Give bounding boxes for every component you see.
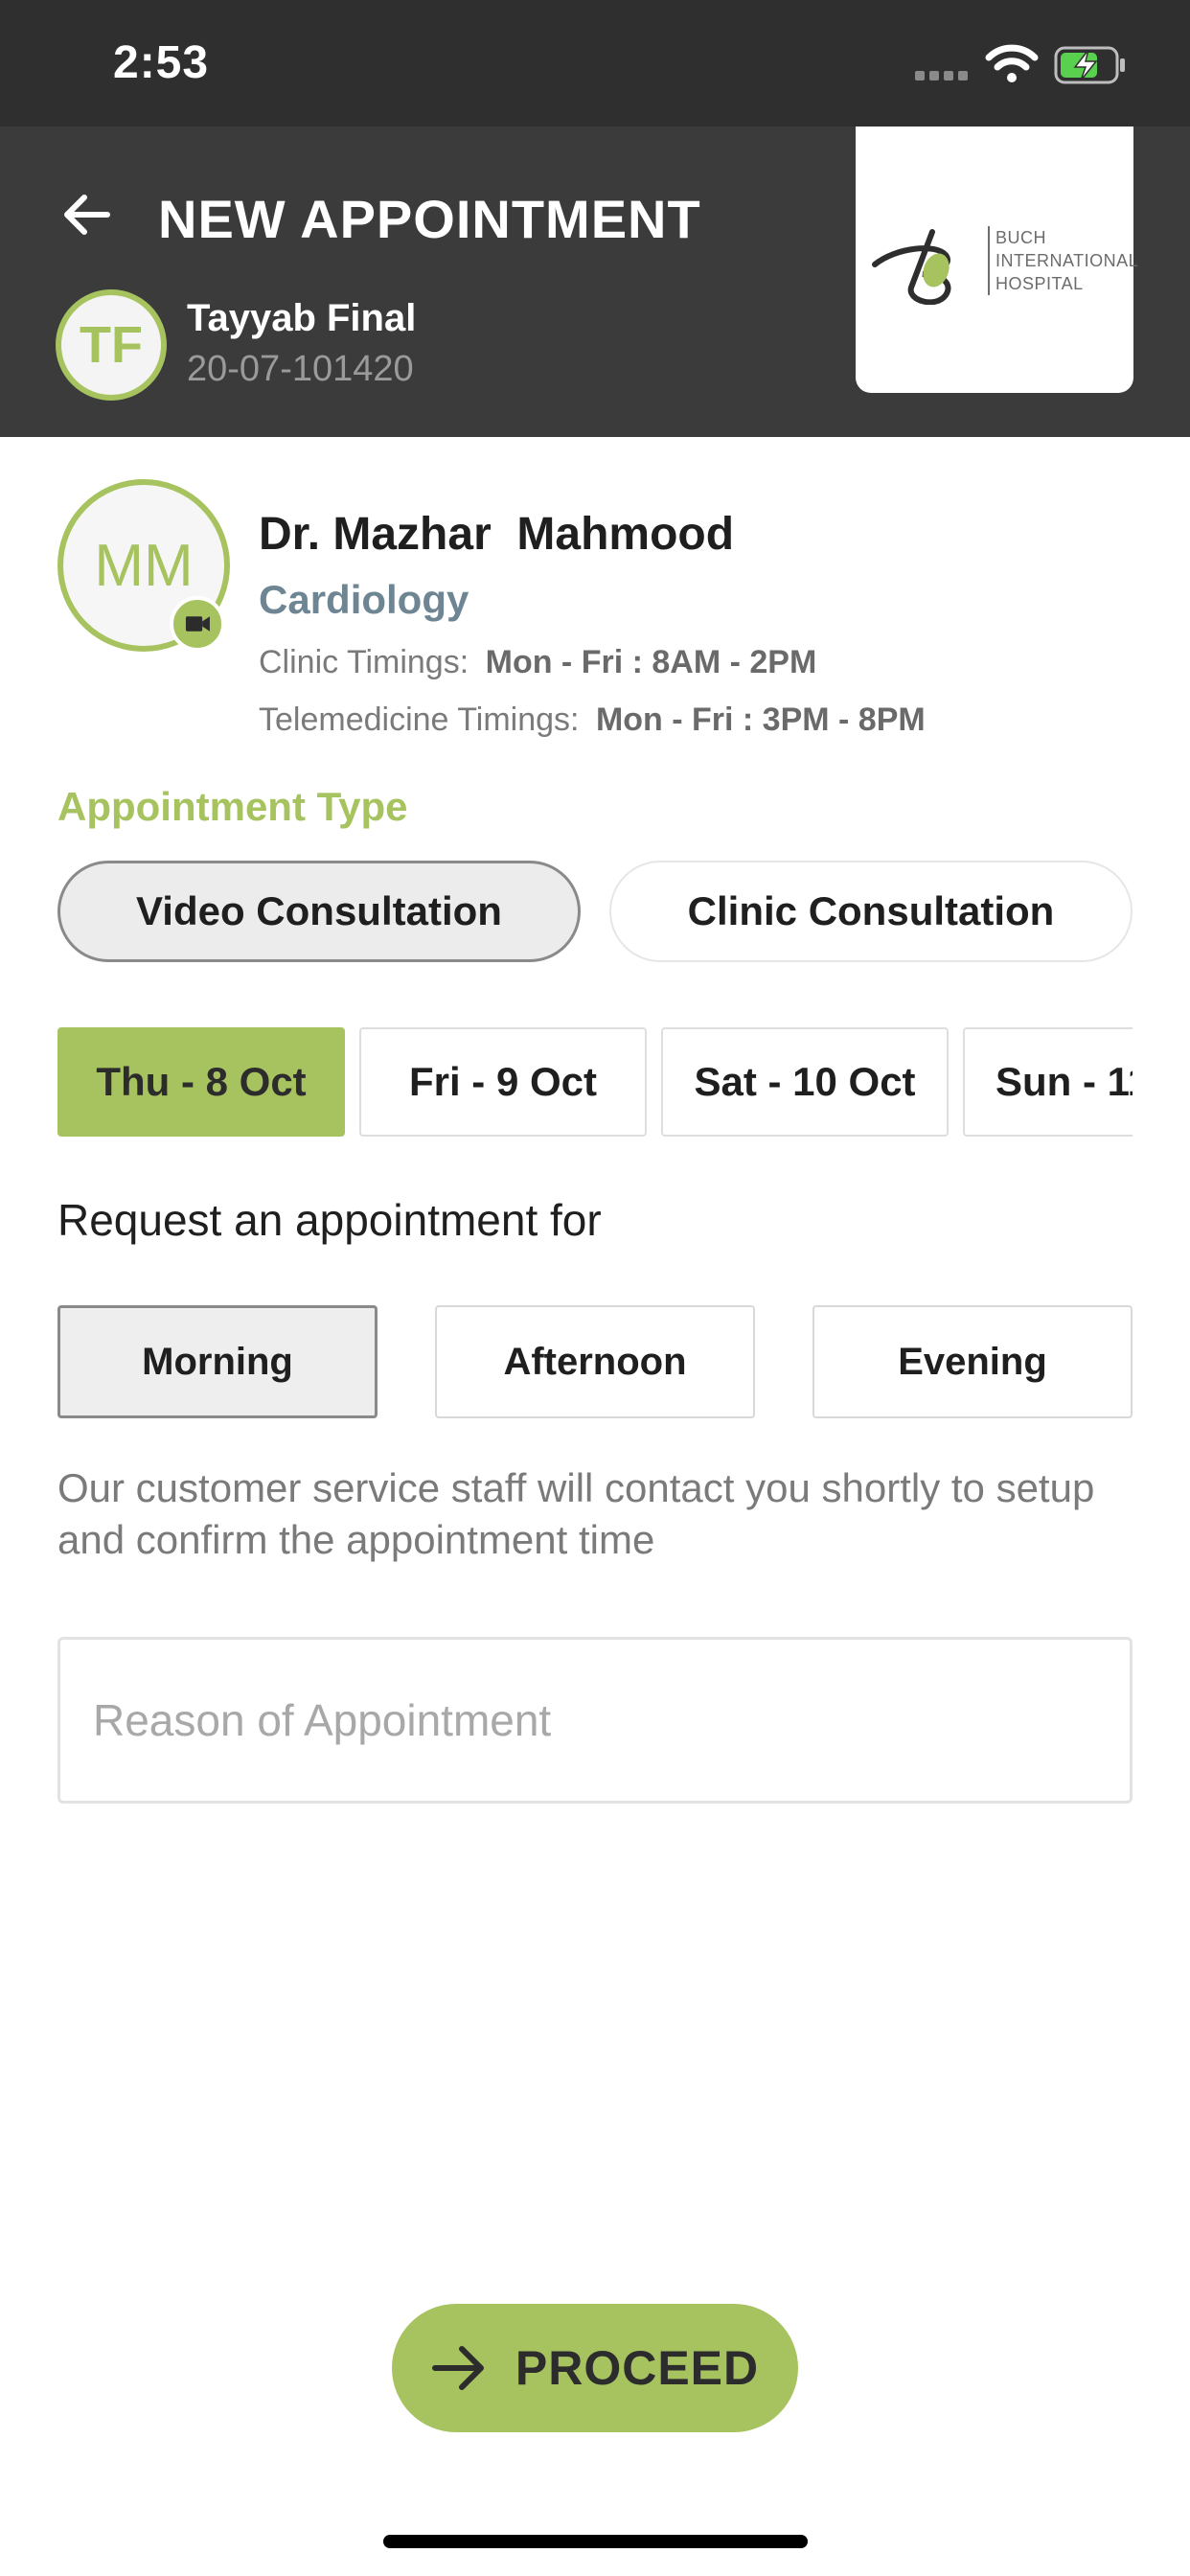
afternoon-slot-button[interactable]: Afternoon — [435, 1305, 755, 1418]
video-consultation-button[interactable]: Video Consultation — [57, 861, 581, 962]
date-fri-9-oct[interactable]: Fri - 9 Oct — [359, 1027, 647, 1137]
proceed-button[interactable]: PROCEED — [392, 2304, 798, 2432]
video-camera-icon — [170, 596, 225, 652]
telemedicine-timings-label: Telemedicine Timings: — [259, 702, 580, 738]
battery-charging-icon — [1054, 46, 1125, 84]
telemedicine-timings: Telemedicine Timings: Mon - Fri : 3PM - … — [259, 702, 926, 739]
telemedicine-timings-value: Mon - Fri : 3PM - 8PM — [595, 702, 926, 738]
date-sun-11-oct[interactable]: Sun - 11 Oct — [963, 1027, 1133, 1137]
info-message: Our customer service staff will contact … — [57, 1465, 1095, 1562]
arrow-right-icon — [431, 2346, 484, 2390]
morning-slot-button[interactable]: Morning — [57, 1305, 378, 1418]
appointment-type-label: Appointment Type — [57, 784, 408, 829]
doctor-specialty: Cardiology — [259, 577, 469, 622]
patient-id: 20-07-101420 — [187, 349, 414, 389]
patient-name: Tayyab Final — [187, 297, 417, 339]
date-sat-10-oct[interactable]: Sat - 10 Oct — [661, 1027, 949, 1137]
app-header: NEW APPOINTMENT TF Tayyab Final 20-07-10… — [0, 126, 1190, 437]
patient-avatar: TF — [56, 289, 167, 401]
clinic-timings-value: Mon - Fri : 8AM - 2PM — [485, 644, 817, 680]
wifi-icon — [985, 44, 1039, 82]
request-appointment-label: Request an appointment for — [57, 1195, 602, 1245]
date-thu-8-oct[interactable]: Thu - 8 Oct — [57, 1027, 345, 1137]
doctor-name: Dr. Mazhar Mahmood — [259, 509, 735, 560]
proceed-label: PROCEED — [515, 2341, 760, 2395]
status-time: 2:53 — [113, 37, 210, 88]
back-arrow-icon[interactable] — [57, 186, 115, 243]
status-bar: 2:53 — [0, 0, 1190, 126]
cellular-signal-icon — [915, 71, 969, 82]
page-title: NEW APPOINTMENT — [158, 189, 701, 249]
reason-input[interactable] — [57, 1637, 1133, 1804]
hospital-logo-mark-icon — [872, 229, 951, 305]
evening-slot-button[interactable]: Evening — [812, 1305, 1133, 1418]
hospital-logo-text: BUCH INTERNATIONAL HOSPITAL — [988, 226, 1138, 295]
clinic-consultation-button[interactable]: Clinic Consultation — [609, 861, 1133, 962]
home-indicator[interactable] — [383, 2535, 808, 2548]
hospital-logo: BUCH INTERNATIONAL HOSPITAL — [856, 126, 1138, 393]
clinic-timings: Clinic Timings: Mon - Fri : 8AM - 2PM — [259, 644, 816, 681]
clinic-timings-label: Clinic Timings: — [259, 644, 469, 680]
date-selector[interactable]: Thu - 8 Oct Fri - 9 Oct Sat - 10 Oct Sun… — [57, 1027, 1133, 1138]
